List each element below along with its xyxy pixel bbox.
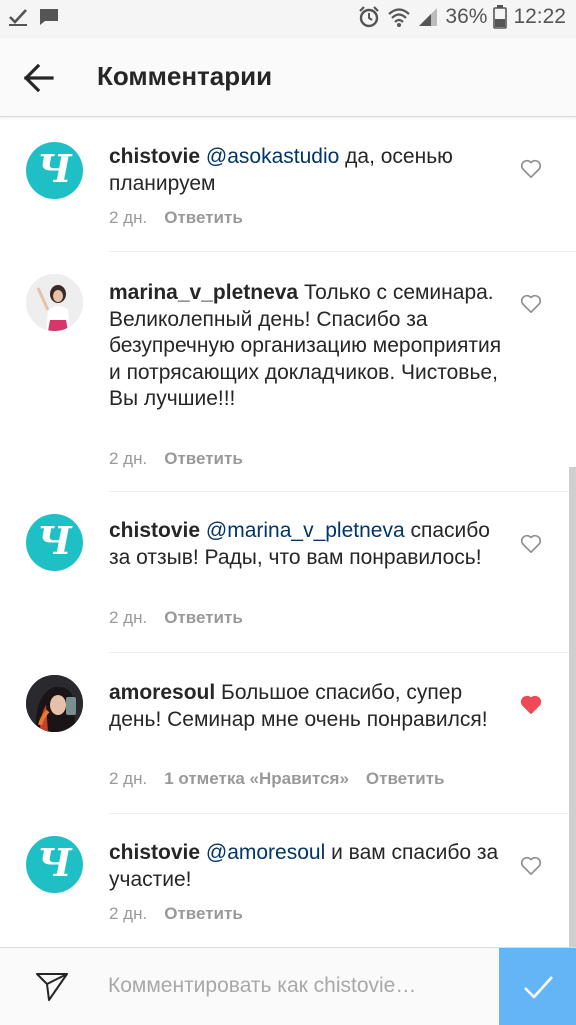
wifi-icon [388, 8, 411, 27]
comment-compose-bar [0, 947, 576, 1025]
comment-mention[interactable]: @amoresoul [206, 841, 325, 864]
battery-percent: 36% [445, 5, 488, 28]
check-icon [9, 9, 27, 26]
avatar[interactable]: Ч [26, 514, 83, 571]
logo-letter: Ч [37, 839, 72, 885]
app-bar: Комментарии [0, 38, 576, 117]
heart-icon[interactable] [520, 159, 542, 179]
comment-meta: 2 дн. 1 отметка «Нравится» Ответить [109, 769, 444, 789]
heart-icon[interactable] [520, 856, 542, 876]
comment-text: chistovie @asokastudio да, осенью планир… [109, 144, 504, 197]
heart-icon[interactable] [520, 534, 542, 554]
heart-icon[interactable] [520, 294, 542, 314]
alarm-icon [359, 6, 380, 28]
arrow-left-icon [23, 63, 54, 93]
avatar[interactable]: Ч [26, 836, 83, 893]
comment-username[interactable]: marina_v_pletneva [109, 281, 298, 304]
page-title: Комментарии [97, 61, 273, 91]
divider [109, 813, 576, 814]
clock: 12:22 [513, 5, 566, 28]
checkmark-icon [523, 975, 553, 998]
comment-username[interactable]: chistovie [109, 841, 200, 864]
post-comment-button[interactable] [499, 948, 576, 1025]
divider [109, 251, 576, 252]
comment-time: 2 дн. [109, 769, 148, 788]
comment-time: 2 дн. [109, 449, 148, 468]
signal-icon [419, 8, 438, 26]
send-icon[interactable] [34, 968, 70, 1004]
logo-letter: Ч [37, 517, 72, 563]
reply-button[interactable]: Ответить [164, 208, 243, 228]
comment-meta: 2 дн. Ответить [109, 208, 243, 228]
comment-input[interactable] [108, 970, 488, 1002]
comment-meta: 2 дн. Ответить [109, 904, 243, 924]
reply-button[interactable]: Ответить [366, 769, 445, 789]
reply-button[interactable]: Ответить [164, 904, 243, 924]
comment-time: 2 дн. [109, 608, 148, 627]
comment-username[interactable]: amoresoul [109, 681, 215, 704]
comment-text: marina_v_pletneva Только с семинара. Вел… [109, 280, 504, 413]
divider [109, 652, 576, 653]
comment-text: chistovie @amoresoul и вам спасибо за уч… [109, 840, 504, 893]
back-button[interactable] [18, 58, 58, 98]
avatar[interactable] [26, 675, 83, 732]
logo-letter: Ч [37, 145, 72, 191]
message-icon [40, 9, 58, 25]
battery-icon [493, 5, 508, 29]
avatar-photo [26, 675, 83, 732]
comment-text: chistovie @marina_v_pletneva спасибо за … [109, 518, 504, 571]
reply-button[interactable]: Ответить [164, 608, 243, 628]
avatar[interactable] [26, 274, 83, 331]
comment-meta: 2 дн. Ответить [109, 449, 243, 469]
comment-mention[interactable]: @asokastudio [206, 145, 339, 168]
comment-list[interactable]: Ч chistovie @asokastudio да, осенью план… [0, 117, 576, 947]
comment-time: 2 дн. [109, 904, 148, 923]
divider [109, 491, 576, 492]
comment-time: 2 дн. [109, 208, 148, 227]
comment-username[interactable]: chistovie [109, 145, 200, 168]
scrollbar[interactable] [569, 467, 576, 947]
avatar[interactable]: Ч [26, 142, 83, 199]
comment-meta: 2 дн. Ответить [109, 608, 243, 628]
status-bar: 36% 12:22 [0, 0, 576, 38]
comment-username[interactable]: chistovie [109, 519, 200, 542]
reply-button[interactable]: Ответить [164, 449, 243, 469]
avatar-photo [26, 274, 83, 331]
comment-text: amoresoul Большое спасибо, супер день! С… [109, 680, 504, 733]
comment-mention[interactable]: @marina_v_pletneva [206, 519, 405, 542]
heart-filled-icon[interactable] [520, 695, 542, 715]
likes-count[interactable]: 1 отметка «Нравится» [164, 769, 349, 789]
